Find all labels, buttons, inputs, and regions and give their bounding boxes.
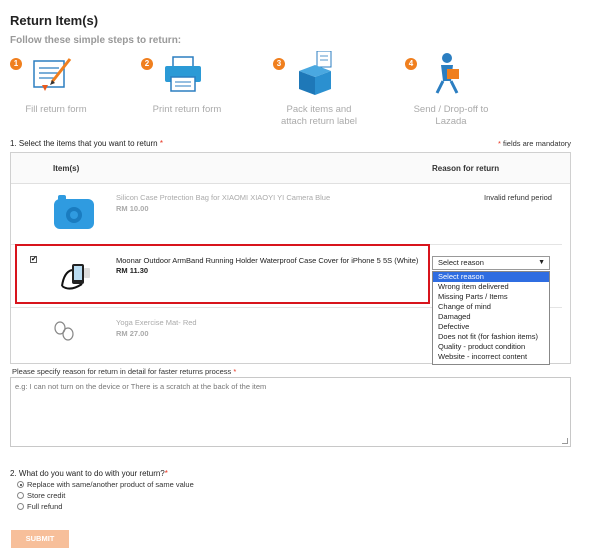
reason-select-value: Select reason bbox=[438, 258, 484, 267]
box-icon bbox=[299, 51, 332, 95]
dropdown-option[interactable]: Does not fit (for fashion items) bbox=[433, 332, 549, 342]
column-header-reason: Reason for return bbox=[432, 164, 500, 173]
dropdown-option[interactable]: Damaged bbox=[433, 312, 549, 322]
product-price: RM 10.00 bbox=[116, 204, 149, 213]
step-label: Print return form bbox=[152, 104, 222, 115]
step-4: 4 Send / Drop-off to Lazada bbox=[405, 47, 525, 127]
detail-label: Please specify reason for return in deta… bbox=[12, 367, 232, 376]
product-image-armband bbox=[61, 264, 90, 290]
product-name: Silicon Case Protection Bag for XIAOMI X… bbox=[116, 193, 331, 202]
return-detail-textarea[interactable]: e.g: I can not turn on the device or The… bbox=[10, 377, 571, 447]
radio-button[interactable] bbox=[17, 481, 24, 488]
radio-label: Replace with same/another product of sam… bbox=[27, 480, 194, 489]
dropdown-option[interactable]: Change of mind bbox=[433, 302, 549, 312]
form-pen-icon bbox=[33, 58, 72, 91]
page-title: Return Item(s) bbox=[10, 13, 99, 28]
dropdown-option[interactable]: Defective bbox=[433, 322, 549, 332]
step-number: 3 bbox=[273, 58, 285, 70]
step-label: Pack items and bbox=[286, 104, 352, 115]
step-2: 2 Print return form bbox=[141, 47, 261, 127]
radio-label: Store credit bbox=[27, 491, 66, 500]
section-1-heading: 1. Select the items that you want to ret… bbox=[10, 139, 163, 148]
textarea-placeholder: e.g: I can not turn on the device or The… bbox=[15, 382, 267, 391]
step-1: 1 Fill return form bbox=[10, 47, 130, 127]
dropdown-option[interactable]: Select reason bbox=[433, 272, 549, 282]
reason-dropdown-list: Select reason Wrong item delivered Missi… bbox=[432, 271, 550, 365]
required-mark: * bbox=[159, 139, 163, 148]
radio-button[interactable] bbox=[17, 492, 24, 499]
dropdown-option[interactable]: Missing Parts / Items bbox=[433, 292, 549, 302]
step-number: 2 bbox=[141, 58, 153, 70]
step-label: Send / Drop-off to bbox=[413, 104, 489, 115]
resize-handle-icon[interactable] bbox=[562, 438, 568, 444]
product-image-yoga-mat bbox=[54, 321, 74, 341]
reason-status: Invalid refund period bbox=[484, 193, 552, 202]
step-number: 1 bbox=[10, 58, 22, 70]
step-label: Fill return form bbox=[25, 104, 87, 115]
item-checkbox[interactable]: ✔ bbox=[30, 256, 37, 263]
product-name: Yoga Exercise Mat- Red bbox=[116, 318, 197, 327]
required-mark: * bbox=[164, 469, 168, 478]
section-2-label: 2. What do you want to do with your retu… bbox=[10, 469, 165, 478]
table-header: Item(s) Reason for return bbox=[11, 153, 570, 184]
step-number: 4 bbox=[405, 58, 417, 70]
mandatory-note-text: fields are mandatory bbox=[503, 139, 571, 148]
section-1-label: 1. Select the items that you want to ret… bbox=[10, 139, 158, 148]
step-3: 3 Pack items and attach return label bbox=[273, 47, 393, 127]
product-price: RM 11.30 bbox=[116, 266, 149, 275]
product-price: RM 27.00 bbox=[116, 329, 149, 338]
step-label-line2: Lazada bbox=[435, 116, 467, 127]
radio-label: Full refund bbox=[27, 502, 63, 511]
section-2-heading: 2. What do you want to do with your retu… bbox=[10, 469, 168, 478]
step-label-line2: attach return label bbox=[280, 116, 358, 127]
dropdown-option[interactable]: Website - incorrect content bbox=[433, 352, 549, 362]
radio-button[interactable] bbox=[17, 503, 24, 510]
column-header-items: Item(s) bbox=[53, 164, 80, 173]
product-name: Moonar Outdoor ArmBand Running Holder Wa… bbox=[116, 256, 419, 265]
submit-button[interactable]: SUBMIT bbox=[11, 530, 69, 548]
required-mark: * bbox=[498, 139, 501, 148]
dropdown-option[interactable]: Wrong item delivered bbox=[433, 282, 549, 292]
courier-icon bbox=[435, 53, 459, 94]
mandatory-note: * fields are mandatory bbox=[498, 139, 571, 148]
printer-icon bbox=[165, 56, 201, 92]
page-subtitle: Follow these simple steps to return: bbox=[10, 35, 182, 46]
chevron-down-icon: ▼ bbox=[538, 259, 545, 266]
detail-label-row: Please specify reason for return in deta… bbox=[12, 367, 236, 376]
required-mark: * bbox=[233, 367, 237, 376]
dropdown-option[interactable]: Quality - product condition bbox=[433, 342, 549, 352]
reason-select[interactable]: Select reason ▼ bbox=[432, 256, 550, 270]
product-image-camera-case bbox=[54, 195, 94, 229]
